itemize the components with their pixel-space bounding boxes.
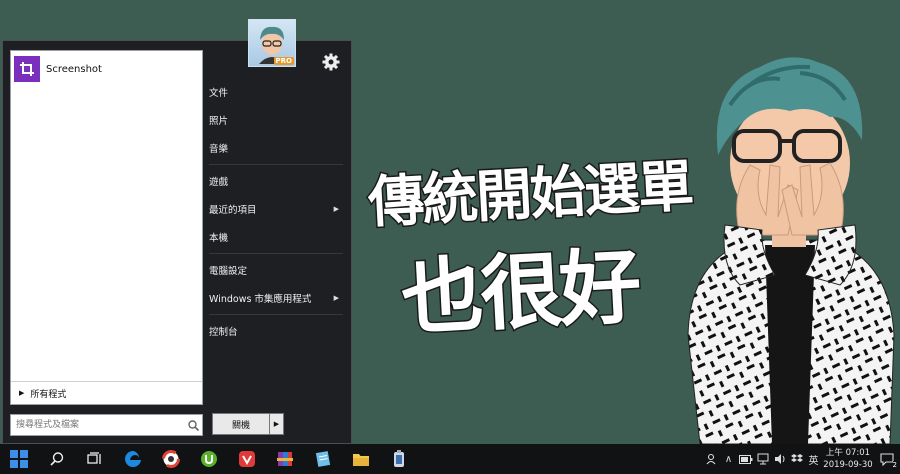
all-programs-button[interactable]: ▶ 所有程式	[11, 381, 202, 404]
programs-pane: Screenshot ▶ 所有程式	[10, 50, 203, 405]
clock-time: 上午 07:01	[825, 448, 871, 458]
winrar-icon[interactable]	[266, 444, 304, 474]
avatar-character-illustration	[687, 57, 895, 444]
task-view-icon[interactable]	[76, 444, 114, 474]
start-menu: Screenshot ▶ 所有程式 關機 ▶ 文件 照片	[2, 40, 352, 444]
notification-count-badge: 2	[892, 461, 897, 469]
browser-icon[interactable]	[152, 444, 190, 474]
menu-item-recent[interactable]: 最近的項目 ▶	[203, 195, 343, 223]
menu-item-label: 音樂	[209, 144, 229, 155]
crop-icon	[14, 56, 40, 82]
search-input[interactable]	[11, 415, 184, 435]
app-icon[interactable]	[380, 444, 418, 474]
taskbar: ∧ 英 上午 07:01 2019-09-30 2	[0, 444, 900, 474]
magnifier-icon[interactable]	[184, 419, 202, 431]
network-icon[interactable]	[754, 444, 771, 474]
menu-item-documents[interactable]: 文件	[203, 78, 343, 106]
shutdown-button[interactable]: 關機	[212, 413, 270, 435]
edge-icon[interactable]	[114, 444, 152, 474]
file-explorer-icon[interactable]	[342, 444, 380, 474]
battery-icon[interactable]	[737, 444, 754, 474]
utorrent-icon[interactable]	[190, 444, 228, 474]
menu-item-pc-settings[interactable]: 電腦設定	[203, 256, 343, 284]
search-icon[interactable]	[38, 444, 76, 474]
menu-item-label: 電腦設定	[209, 266, 248, 277]
pinned-item-label: Screenshot	[46, 63, 102, 75]
separator	[209, 253, 343, 254]
menu-item-label: 控制台	[209, 327, 238, 338]
windows-logo-icon	[10, 450, 28, 468]
separator	[209, 314, 343, 315]
people-icon[interactable]	[703, 444, 720, 474]
pinned-item-screenshot[interactable]: Screenshot	[14, 55, 102, 83]
menu-item-label: 最近的項目	[209, 205, 257, 216]
menu-item-games[interactable]: 遊戲	[203, 167, 343, 195]
menu-item-music[interactable]: 音樂	[203, 134, 343, 162]
clock-date: 2019-09-30	[823, 460, 873, 470]
menu-item-control-panel[interactable]: 控制台	[203, 317, 343, 345]
system-tray: ∧ 英 上午 07:01 2019-09-30 2	[703, 444, 900, 474]
submenu-arrow-icon: ▶	[333, 205, 339, 213]
search-box[interactable]	[10, 414, 203, 436]
menu-item-label: 文件	[209, 88, 229, 99]
menu-item-label: 照片	[209, 116, 229, 127]
shutdown-control: 關機 ▶	[212, 413, 284, 435]
volume-icon[interactable]	[771, 444, 788, 474]
input-language-indicator[interactable]: 英	[805, 444, 822, 474]
action-center-icon[interactable]: 2	[874, 444, 900, 474]
notepad-icon[interactable]	[304, 444, 342, 474]
start-menu-places: 文件 照片 音樂 遊戲 最近的項目 ▶ 本機 電腦設定 Windows 市集應用程…	[203, 78, 343, 345]
menu-item-label: 遊戲	[209, 177, 229, 188]
headline-line2: 也很好	[398, 238, 643, 348]
all-programs-label: 所有程式	[30, 389, 67, 400]
windows-start-button[interactable]	[0, 444, 38, 474]
triangle-right-icon: ▶	[19, 389, 25, 397]
menu-item-pictures[interactable]: 照片	[203, 106, 343, 134]
system-clock[interactable]: 上午 07:01 2019-09-30	[822, 447, 874, 471]
shutdown-options-button[interactable]: ▶	[270, 413, 284, 435]
menu-item-this-pc[interactable]: 本機	[203, 223, 343, 251]
menu-item-store-apps[interactable]: Windows 市集應用程式 ▶	[203, 284, 343, 312]
pro-badge: PRO	[273, 57, 294, 65]
separator	[209, 164, 343, 165]
menu-item-label: 本機	[209, 233, 229, 244]
vivaldi-icon[interactable]	[228, 444, 266, 474]
menu-item-label: Windows 市集應用程式	[209, 294, 312, 305]
gear-icon[interactable]	[321, 52, 341, 76]
show-hidden-icons-chevron-icon[interactable]: ∧	[720, 444, 737, 474]
triangle-right-icon: ▶	[273, 420, 280, 428]
dropbox-icon[interactable]	[788, 444, 805, 474]
user-avatar[interactable]: PRO	[248, 19, 296, 67]
submenu-arrow-icon: ▶	[333, 294, 339, 302]
